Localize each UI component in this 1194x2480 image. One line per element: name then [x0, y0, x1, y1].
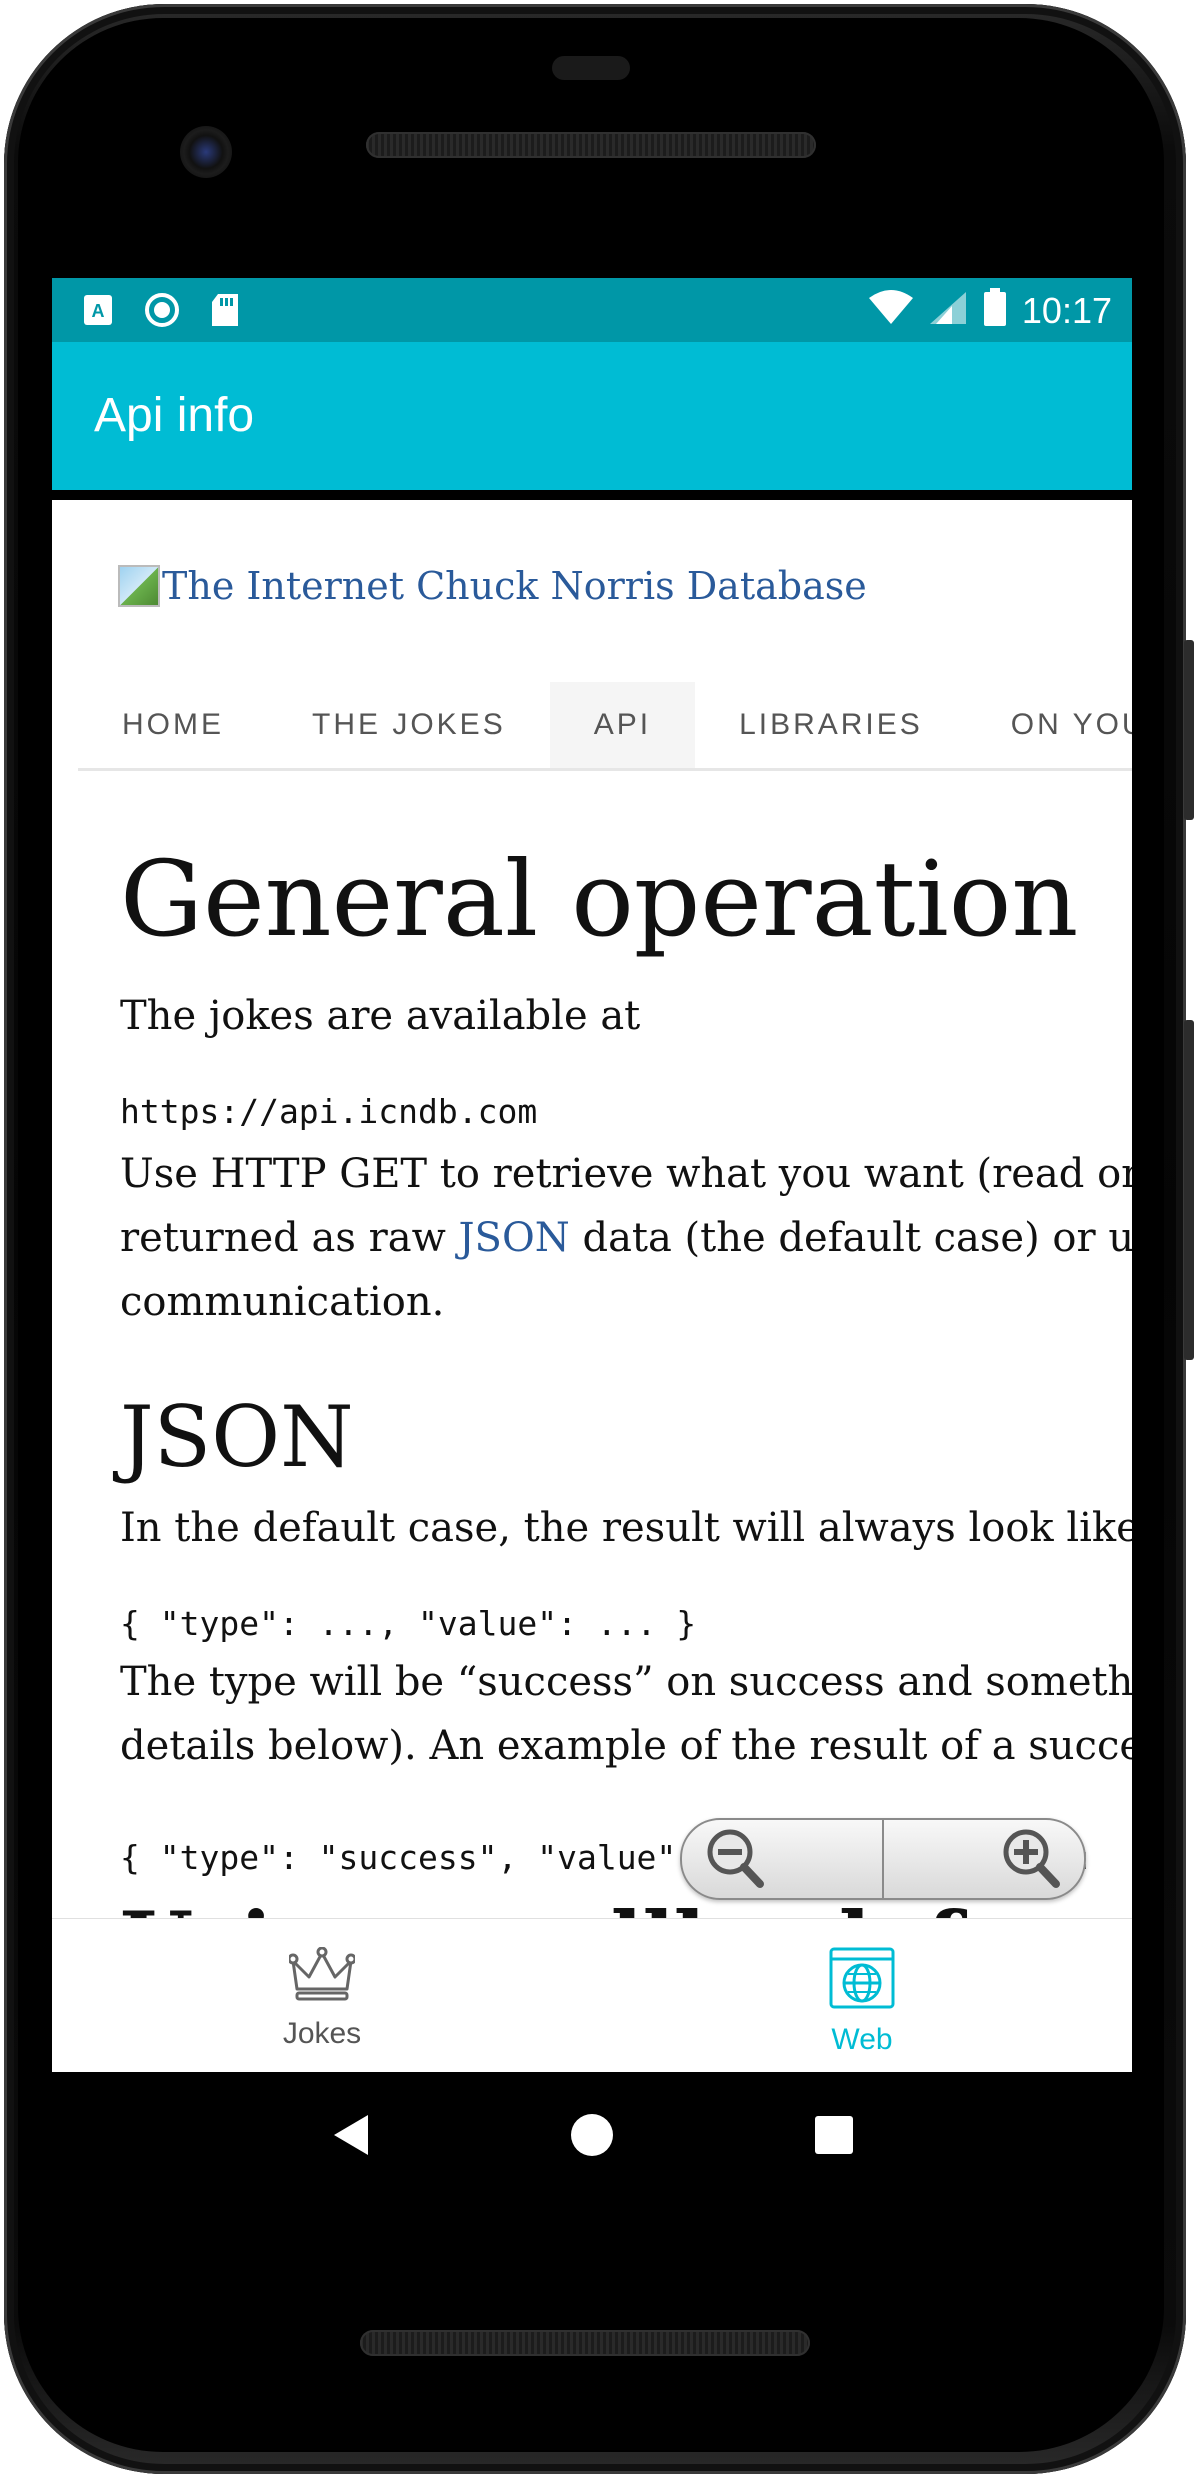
heading-json: JSON — [120, 1388, 354, 1486]
battery-icon — [982, 288, 1008, 333]
broken-image-icon — [118, 565, 160, 607]
zoom-control — [680, 1818, 1086, 1900]
para-default-case: In the default case, the result will alw… — [120, 1505, 1132, 1551]
para-available: The jokes are available at — [120, 993, 641, 1039]
status-time: 10:17 — [1021, 289, 1112, 331]
bottom-nav-web[interactable]: Web — [592, 1919, 1132, 2072]
nav-tab-the-jokes[interactable]: THE JOKES — [268, 682, 550, 768]
cell-signal-icon — [928, 290, 968, 331]
earpiece-slot — [552, 56, 630, 80]
app-toolbar: Api info — [52, 342, 1132, 490]
phone-screen: A 10:17 Api info The Internet Chuck Norr… — [52, 278, 1132, 2072]
nav-tab-libraries[interactable]: LIBRARIES — [695, 682, 967, 768]
bottom-nav-jokes-label: Jokes — [282, 2017, 362, 2050]
status-bar: A 10:17 — [52, 278, 1132, 342]
globe-icon — [829, 1947, 895, 2017]
nav-tab-home[interactable]: HOME — [78, 682, 268, 768]
para-use-text-before: returned as raw — [120, 1215, 459, 1261]
bottom-speaker-grille — [360, 2330, 810, 2356]
zoom-out-icon — [700, 1824, 780, 1894]
status-system-icons: 10:17 — [868, 288, 1112, 333]
site-nav-tabs: HOME THE JOKES API LIBRARIES ON YOU — [78, 682, 1132, 771]
power-button — [1184, 640, 1194, 820]
bottom-nav-web-label: Web — [831, 2023, 893, 2056]
crown-icon — [287, 1946, 357, 2011]
zoom-out-button[interactable] — [682, 1820, 884, 1898]
para-use-line-2: returned as raw JSON data (the default c… — [120, 1206, 1132, 1270]
para-use-line-3: communication. — [120, 1279, 445, 1325]
home-icon[interactable] — [570, 2113, 614, 2162]
heading-general-operation: General operation — [120, 838, 1079, 960]
wifi-icon — [868, 290, 914, 331]
zoom-in-button[interactable] — [884, 1820, 1084, 1898]
nav-tab-on-you[interactable]: ON YOU — [967, 682, 1132, 768]
bottom-navigation: Jokes Web — [52, 1918, 1132, 2072]
code-type-value: { "type": ..., "value": ... } — [120, 1604, 697, 1643]
front-camera — [180, 126, 232, 178]
web-view[interactable]: The Internet Chuck Norris Database HOME … — [52, 490, 1132, 1928]
api-url-code: https://api.icndb.com — [120, 1092, 538, 1131]
zoom-in-icon — [986, 1824, 1066, 1894]
status-notification-icons: A — [82, 292, 240, 333]
para-type-line-1: The type will be “success” on success an… — [120, 1659, 1132, 1705]
nav-tab-api[interactable]: API — [549, 682, 696, 768]
top-speaker-grille — [366, 132, 816, 158]
svg-text:A: A — [92, 301, 105, 321]
phone-device: A 10:17 Api info The Internet Chuck Norr… — [0, 0, 1194, 2480]
site-logo-link[interactable]: The Internet Chuck Norris Database — [118, 564, 867, 608]
site-logo-alt-text: The Internet Chuck Norris Database — [162, 564, 867, 608]
keyboard-a-icon: A — [82, 293, 114, 332]
para-type-line-2: details below). An example of the result… — [120, 1723, 1132, 1769]
sd-card-icon — [210, 292, 240, 333]
app-title: Api info — [94, 389, 255, 442]
para-use-text-after: data (the default case) or usin — [569, 1215, 1132, 1261]
volume-button — [1184, 1020, 1194, 1360]
sync-circle-icon — [144, 292, 180, 333]
code-success-left: { "type": "success", "value" — [120, 1838, 677, 1877]
android-nav-bar — [52, 2072, 1132, 2202]
json-link[interactable]: JSON — [459, 1215, 570, 1261]
para-use-line-1: Use HTTP GET to retrieve what you want (… — [120, 1151, 1132, 1197]
recents-icon[interactable] — [814, 2115, 854, 2160]
bottom-nav-jokes[interactable]: Jokes — [52, 1919, 592, 2072]
back-icon[interactable] — [330, 2113, 370, 2162]
